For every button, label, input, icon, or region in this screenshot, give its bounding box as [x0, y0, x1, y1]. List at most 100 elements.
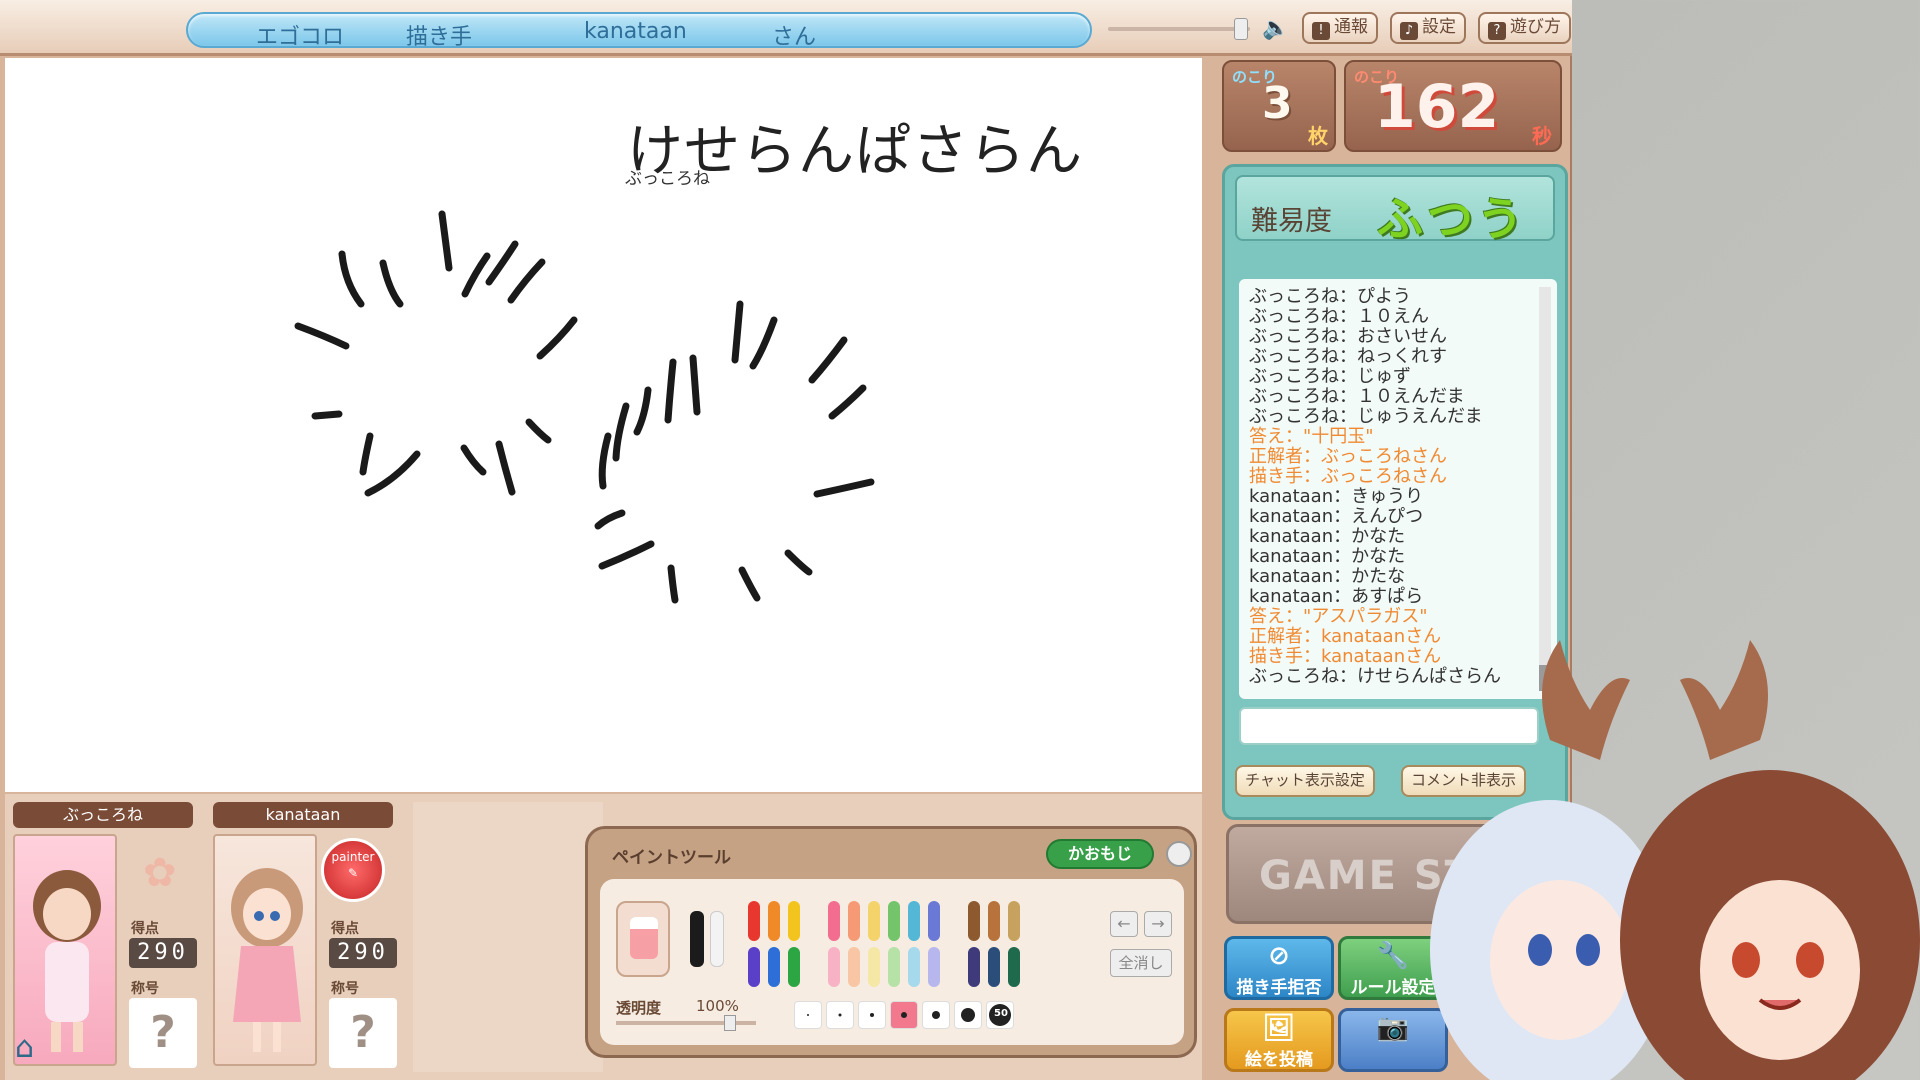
pen-color[interactable] [888, 947, 900, 987]
chat-message: kanataan：かなた [1249, 546, 1406, 567]
pen-color[interactable] [768, 901, 780, 941]
pen-color[interactable] [888, 901, 900, 941]
stroke [495, 440, 516, 496]
stroke [379, 259, 404, 308]
pen-color[interactable] [908, 947, 920, 987]
chat-display-settings-button[interactable]: チャット表示設定 [1235, 765, 1375, 797]
brush-size-option[interactable] [922, 1001, 950, 1029]
pen-color[interactable] [1008, 901, 1020, 941]
volume-slider[interactable] [1108, 27, 1250, 31]
brush-size-option[interactable] [954, 1001, 982, 1029]
help-button[interactable]: ? 遊び方 [1478, 12, 1571, 44]
pen-color[interactable] [968, 947, 980, 987]
player-score: 290 [129, 938, 197, 968]
streamer-overlay [1400, 620, 1920, 1080]
stroke [808, 336, 848, 384]
stroke [612, 402, 630, 462]
round-title-bar: エゴコロ 描き手 kanataan さん [186, 12, 1092, 50]
pen-color[interactable] [968, 901, 980, 941]
stroke [594, 509, 626, 530]
pen-color[interactable] [868, 901, 880, 941]
player-title: ? [129, 998, 197, 1068]
stroke [485, 240, 519, 286]
settings-button[interactable]: ♪ 設定 [1390, 12, 1466, 44]
report-button[interactable]: ! 通報 [1302, 12, 1378, 44]
stroke [664, 358, 677, 424]
pen-color[interactable] [988, 947, 1000, 987]
brush-size-option[interactable] [794, 1001, 822, 1029]
pen-color[interactable] [1008, 947, 1020, 987]
difficulty-value: ふつう [1377, 192, 1527, 246]
sketch-strokes [294, 210, 875, 604]
clover-icon: ✿ [143, 850, 177, 896]
minimize-icon[interactable] [1166, 841, 1192, 867]
chat-system-message: 描き手：ぶっころねさん [1249, 466, 1447, 487]
chat-message: ぶっころね：じゅず [1249, 366, 1411, 387]
drawer-label: 描き手 [406, 25, 473, 50]
brush-size-option[interactable]: 50 [986, 1001, 1014, 1029]
pen-color[interactable] [828, 947, 840, 987]
opacity-slider-knob[interactable] [724, 1015, 736, 1031]
drawing-canvas[interactable]: けせらんぱさらん ぶっころね [5, 58, 1202, 792]
pen-color[interactable] [748, 947, 760, 987]
pen-black[interactable] [690, 911, 704, 967]
redo-button[interactable]: → [1144, 911, 1172, 937]
stroke [598, 432, 612, 490]
refuse-drawer-button[interactable]: ⊘ 描き手拒否 [1224, 936, 1334, 1000]
stroke [731, 300, 744, 364]
pen-color[interactable] [928, 901, 940, 941]
paint-tool-panel: ペイントツール かおもじ ← → 全消し 透明度 100% 50 [585, 826, 1197, 1058]
pen-color[interactable] [788, 947, 800, 987]
stroke [507, 258, 546, 304]
avatar [213, 834, 317, 1066]
stroke [738, 566, 761, 602]
undo-button[interactable]: ← [1110, 911, 1138, 937]
paint-tool-title: ペイントツール [612, 848, 731, 868]
emoticon-button[interactable]: かおもじ [1046, 839, 1154, 869]
game-window: エゴコロ 描き手 kanataan さん 🔈 ! 通報 ♪ 設定 ? 遊び方 けせらん… [0, 0, 1572, 1080]
stroke [359, 432, 374, 476]
eraser-tool-button[interactable] [616, 901, 670, 977]
post-picture-button[interactable]: 🖼 絵を投稿 [1224, 1008, 1334, 1072]
settings-icon: ♪ [1400, 22, 1418, 40]
empty-player-slot [413, 802, 603, 1072]
pen-color[interactable] [768, 947, 780, 987]
home-icon[interactable]: ⌂ [15, 1030, 55, 1066]
pen-color[interactable] [748, 901, 760, 941]
chat-message: ぶっころね：ぴよう [1249, 286, 1411, 307]
pen-white[interactable] [710, 911, 724, 967]
chat-system-message: 答え："十円玉" [1249, 426, 1374, 447]
pen-color[interactable] [848, 947, 860, 987]
top-bar: エゴコロ 描き手 kanataan さん 🔈 ! 通報 ♪ 設定 ? 遊び方 [0, 0, 1572, 56]
game-name: エゴコロ [256, 25, 345, 50]
report-icon: ! [1312, 22, 1330, 40]
pen-color[interactable] [828, 901, 840, 941]
volume-slider-knob[interactable] [1234, 18, 1248, 40]
stroke [311, 410, 343, 420]
stroke [364, 450, 421, 497]
player-name: ぶっころね [13, 802, 193, 828]
stroke [338, 250, 365, 308]
pen-color[interactable] [988, 901, 1000, 941]
stroke [536, 316, 578, 360]
avatar-image [231, 868, 303, 1052]
stroke [460, 444, 487, 476]
brush-size-option[interactable] [826, 1001, 854, 1029]
chat-message: kanataan：えんぴつ [1249, 506, 1424, 527]
pen-color[interactable] [908, 901, 920, 941]
pen-color[interactable] [788, 901, 800, 941]
stroke [525, 418, 552, 444]
player-name: kanataan [213, 802, 393, 828]
clear-all-button[interactable]: 全消し [1110, 949, 1172, 977]
chat-message: kanataan：きゅうり [1249, 486, 1424, 507]
opacity-value: 100% [696, 997, 739, 1015]
pen-color[interactable] [928, 947, 940, 987]
stroke [784, 549, 813, 576]
remaining-sheets-counter: のこり 3 枚 [1222, 60, 1336, 152]
brush-size-option[interactable] [858, 1001, 886, 1029]
pen-color[interactable] [868, 947, 880, 987]
speaker-icon[interactable]: 🔈 [1262, 16, 1289, 41]
pen-color[interactable] [848, 901, 860, 941]
brush-size-option[interactable] [890, 1001, 918, 1029]
drawer-name: kanataan [584, 19, 687, 44]
